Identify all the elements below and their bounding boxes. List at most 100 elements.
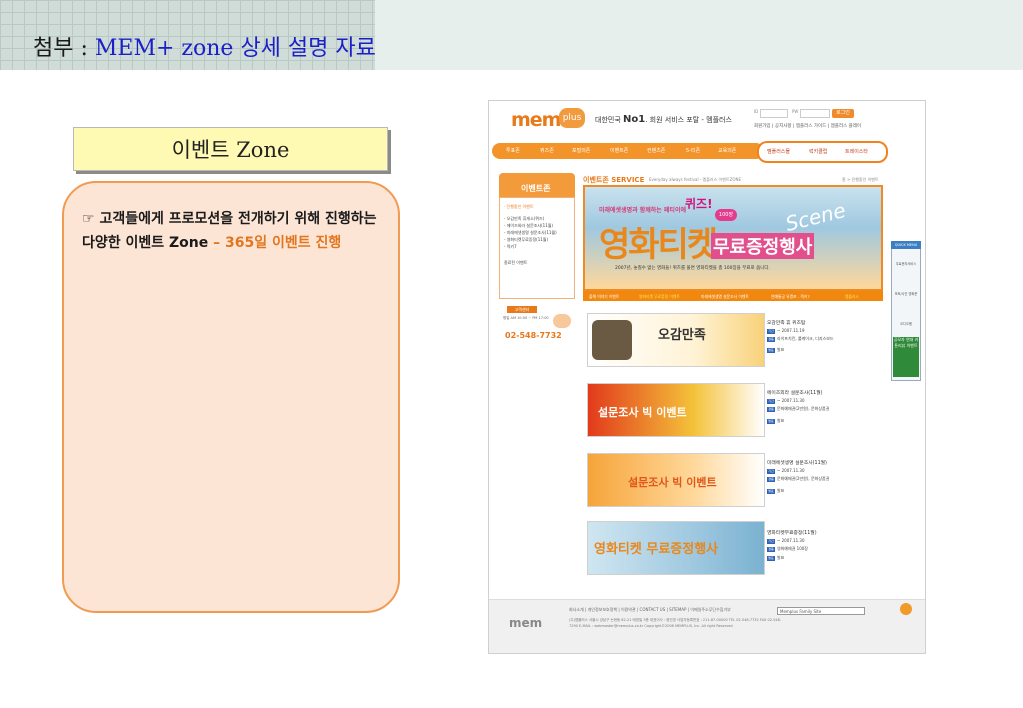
login-button[interactable]: 로그인	[832, 109, 854, 118]
event-thumbnail-text: 영화티켓 무료증정행사	[594, 542, 719, 557]
sidebar-item[interactable]: 종료된 이벤트	[504, 260, 527, 266]
nav-item[interactable]: 투표존	[506, 147, 520, 154]
event-thumbnail-text: 오감만족	[658, 328, 706, 343]
banner-tab[interactable]: 올해 이야기 이벤트	[589, 294, 619, 300]
quick-menu-item[interactable]: 포토/사진 영화운	[893, 291, 919, 296]
event-thumbnail[interactable]: 영화티켓 무료증정행사	[587, 521, 765, 575]
nav-item[interactable]: 이벤트존	[610, 147, 628, 154]
nav-item[interactable]: 퀴즈존	[540, 147, 554, 154]
quick-menu-ad[interactable]: 공모자 연대 카툰리뷰 이벤트	[893, 337, 919, 377]
event-title[interactable]: 오감만족 휴 퀴즈탐	[767, 319, 805, 326]
sidebar-item[interactable]: - 미래에셋생명 설문조사(11월)	[504, 230, 557, 236]
event-tag: 기간	[767, 398, 775, 404]
banner-badge: 100장	[715, 209, 737, 221]
login-pw-label: PW	[792, 109, 799, 114]
cc-label: 고객센터	[507, 306, 537, 313]
event-tag: 경품	[767, 406, 775, 412]
login-id-input[interactable]	[760, 109, 788, 118]
event-tag: 기간	[767, 328, 775, 334]
banner-top: 미래에셋생명과 함께하는 패티이에	[599, 207, 686, 214]
quick-menu-item[interactable]: 무료문자서비스	[893, 261, 919, 266]
event-result-row: 발표 발표	[767, 488, 785, 494]
sidebar-item[interactable]: - 오감만족 휴게소(퀴즈)	[504, 216, 544, 222]
sidebar-title: 이벤트존	[521, 184, 551, 193]
event-thumbnail[interactable]: 오감만족	[587, 313, 765, 367]
event-banner[interactable]: 미래에셋생명과 함께하는 패티이에 퀴즈! 100장 Scene 영화티켓 무료…	[583, 185, 883, 291]
sidebar-menu: · 진행중인 이벤트 - 오감만족 휴게소(퀴즈) - 에이즈외라 설문조사(1…	[499, 197, 575, 299]
quick-menu-head: QUICK MENU	[891, 241, 921, 249]
service-title: 이벤트존 SERVICE	[583, 176, 645, 184]
slide-header: 첨부 : MEM+ zone 상세 설명 자료	[0, 0, 1023, 70]
secondary-nav: 멤플러스몰 럭키클럽 트레이스타	[757, 141, 888, 163]
event-tag: 기간	[767, 468, 775, 474]
site-logo-badge: plus	[559, 108, 585, 128]
event-tag: 발표	[767, 418, 775, 424]
event-tag: 경품	[767, 336, 775, 342]
event-title[interactable]: 에이즈외라 설문조사(11월)	[767, 389, 823, 396]
event-title[interactable]: 영화티켓무료증정(11월)	[767, 529, 817, 536]
banner-script: Scene	[783, 197, 848, 237]
event-prize-row: 경품 영화예매권 100장	[767, 546, 808, 552]
event-result-row: 발표 발표	[767, 347, 785, 353]
nav-item[interactable]: 5-티존	[686, 147, 700, 154]
event-result-row: 발표 발표	[767, 555, 785, 561]
event-title[interactable]: 미래에셋생명 설문조사(11월)	[767, 459, 827, 466]
event-thumbnail[interactable]: 설문조사 빅 이벤트	[587, 383, 765, 437]
event-date-row: 기간 ~ 2007.11.19	[767, 328, 805, 334]
banner-tab[interactable]: 미래에셋생명 설문조사 이벤트	[701, 294, 749, 300]
banner-tabs: 올해 이야기 이벤트 영화티켓 무료증정 이벤트 미래에셋생명 설문조사 이벤트…	[583, 291, 883, 301]
banner-main-text: 영화티켓	[599, 225, 718, 265]
event-tag: 경품	[767, 476, 775, 482]
cc-hours: 평일 AM 10:00 ~ PM 17:00	[503, 316, 549, 320]
film-reel-icon	[592, 320, 632, 360]
event-date-row: 기간 ~ 2007.11.30	[767, 398, 805, 404]
nav-item[interactable]: 교육의존	[718, 147, 736, 154]
sidebar-item[interactable]: · 진행중인 이벤트	[504, 204, 534, 210]
family-site-select[interactable]: Memplus Family Site	[777, 607, 865, 615]
service-subtitle: Everyday always festival - 멤플러스 이벤트ZONE	[649, 177, 741, 182]
nav2-item[interactable]: 트레이스타	[845, 148, 868, 155]
event-thumbnail[interactable]: 설문조사 빅 이벤트	[587, 453, 765, 507]
site-tagline: 대한민국 No1. 회원 서비스 포탈 - 멤플러스	[595, 114, 732, 125]
event-thumbnail-text: 설문조사 빅 이벤트	[598, 406, 687, 419]
banner-tab[interactable]: 영화티켓 무료증정 이벤트	[639, 294, 680, 300]
zone-label: 이벤트 Zone	[73, 127, 388, 171]
slide-title-sub: MEM+ zone 상세 설명 자료	[94, 36, 376, 61]
footer-address: (주)멤플러스 서울시 강남구 논현동 82-21 태영빌 3층 대표이사 : …	[569, 618, 782, 628]
site-logo[interactable]: mem	[511, 109, 561, 131]
banner-quiz: 퀴즈!	[685, 197, 713, 211]
event-prize-row: 경품 라이프치킨, 롤케이크, 디지스보드	[767, 336, 834, 342]
banner-note: 2007년, 놓칠수 없는 영화들! 퀴즈를 풀면 영화티켓을 총 100장을 …	[615, 266, 770, 271]
banner-tab[interactable]: 멤플러스	[845, 294, 859, 300]
util-links[interactable]: 회원가입 | 공지사항 | 멤플러스 가이드 | 멤플러스 플레이	[754, 123, 861, 129]
footer-logo: mem	[509, 616, 543, 630]
event-tag: 발표	[767, 347, 775, 353]
breadcrumb: 홈 > 진행중인 이벤트	[842, 177, 879, 182]
event-date-row: 기간 ~ 2007.11.30	[767, 468, 805, 474]
nav-item[interactable]: 컨텐츠존	[647, 147, 665, 154]
sidebar-item[interactable]: - 럭키7	[504, 244, 517, 250]
event-tag: 발표	[767, 555, 775, 561]
pointing-hand-icon: ☞	[82, 211, 95, 227]
sidebar-item[interactable]: - 영화티켓무료증정(11월)	[504, 237, 548, 243]
website-screenshot: mem plus 대한민국 No1. 회원 서비스 포탈 - 멤플러스 ID P…	[488, 100, 926, 654]
top-button[interactable]	[900, 603, 912, 615]
nav2-item[interactable]: 럭키클럽	[809, 148, 827, 155]
slide-title: 첨부 : MEM+ zone 상세 설명 자료	[33, 36, 376, 61]
event-date-row: 기간 ~ 2007.11.30	[767, 538, 805, 544]
login-id-label: ID	[754, 109, 759, 114]
sidebar-item[interactable]: - 에이즈외라 설문조사(11월)	[504, 223, 553, 229]
event-tag: 발표	[767, 488, 775, 494]
footer-links[interactable]: 회사소개 | 개인정보보호정책 | 이용약관 | CONTACT US | SI…	[569, 607, 731, 613]
nav2-item[interactable]: 멤플러스몰	[767, 148, 790, 155]
login-pw-input[interactable]	[800, 109, 830, 118]
quick-menu-item[interactable]: 오디오뱅	[893, 321, 919, 326]
description-text: ☞ 고객들에게 프로모션을 전개하기 위해 진행하는 다양한 이벤트 Zone …	[82, 211, 377, 251]
event-tag: 기간	[767, 538, 775, 544]
description-box: ☞ 고객들에게 프로모션을 전개하기 위해 진행하는 다양한 이벤트 Zone …	[62, 181, 400, 613]
main-nav: 투표존 퀴즈존 포털의존 이벤트존 컨텐츠존 5-티존 교육의존	[492, 143, 764, 159]
banner-tab[interactable]: 연예통공 유명포 - 럭키7	[771, 294, 810, 300]
event-tag: 경품	[767, 546, 775, 552]
event-thumbnail-text: 설문조사 빅 이벤트	[628, 476, 717, 489]
nav-item[interactable]: 포털의존	[572, 147, 590, 154]
